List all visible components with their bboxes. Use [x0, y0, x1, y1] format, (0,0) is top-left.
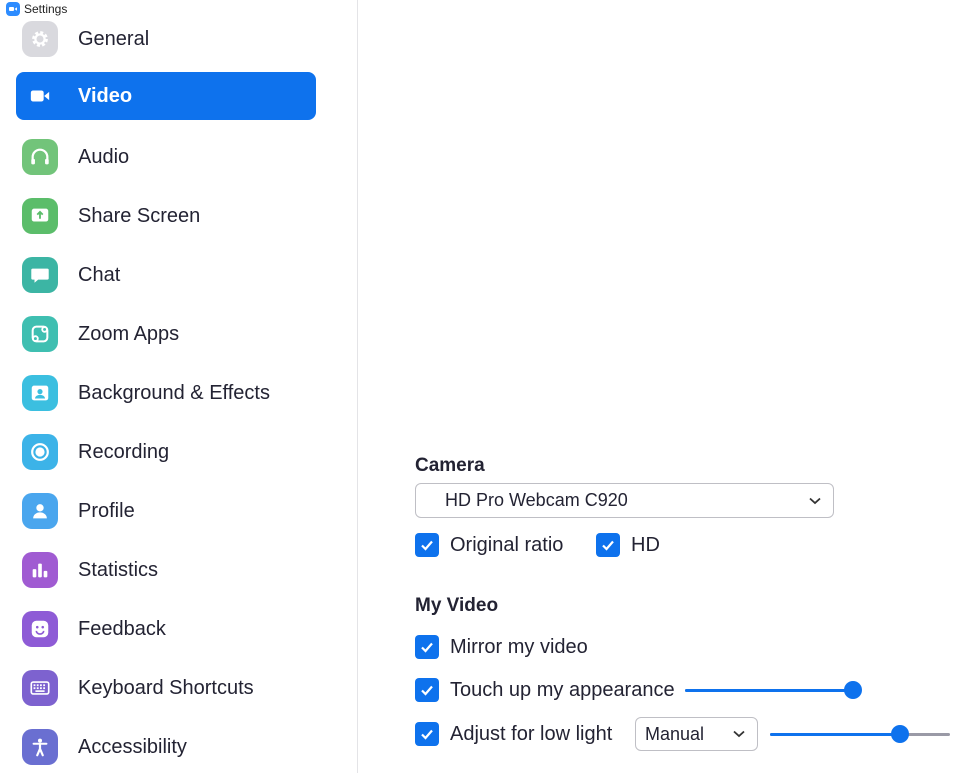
slider-thumb[interactable] — [844, 681, 862, 699]
my-video-section-title: My Video — [415, 595, 499, 616]
touch-up-option: Touch up my appearance — [415, 678, 675, 702]
sidebar-item-profile[interactable]: Profile — [16, 487, 316, 535]
low-light-checkbox[interactable] — [415, 722, 439, 746]
sidebar-item-label: Video — [78, 84, 133, 107]
touch-up-checkbox[interactable] — [415, 678, 439, 702]
share-screen-icon — [22, 198, 58, 234]
title-bar: Settings — [0, 0, 67, 18]
sidebar-item-label: Accessibility — [78, 735, 187, 758]
keyboard-icon — [22, 670, 58, 706]
sidebar-item-chat[interactable]: Chat — [16, 251, 316, 299]
settings-sidebar: General Video Audio Share Screen Chat Zo… — [0, 0, 358, 773]
sidebar-item-feedback[interactable]: Feedback — [16, 605, 316, 653]
sidebar-item-label: Keyboard Shortcuts — [78, 676, 254, 699]
checkmark-icon — [602, 540, 614, 551]
sidebar-item-label: General — [78, 27, 150, 50]
slider-fill — [685, 689, 853, 692]
sidebar-item-video[interactable]: Video — [16, 72, 316, 120]
low-light-label: Adjust for low light — [450, 722, 613, 745]
touch-up-slider[interactable] — [685, 680, 862, 700]
sidebar-item-share-screen[interactable]: Share Screen — [16, 192, 316, 240]
sidebar-item-background-effects[interactable]: Background & Effects — [16, 369, 316, 417]
touch-up-label: Touch up my appearance — [450, 678, 675, 701]
checkmark-icon — [421, 540, 433, 551]
video-settings-panel: Camera HD Pro Webcam C920 Original ratio… — [359, 0, 962, 773]
gear-icon — [22, 21, 58, 57]
hd-option: HD — [596, 533, 660, 557]
low-light-slider[interactable] — [770, 724, 950, 744]
mirror-video-checkbox[interactable] — [415, 635, 439, 659]
statistics-icon — [22, 552, 58, 588]
sidebar-item-label: Zoom Apps — [78, 322, 180, 345]
chevron-down-icon — [809, 497, 821, 504]
sidebar-item-audio[interactable]: Audio — [16, 133, 316, 181]
slider-thumb[interactable] — [890, 725, 909, 743]
apps-icon — [22, 316, 58, 352]
checkmark-icon — [421, 729, 433, 740]
profile-icon — [22, 493, 58, 529]
sidebar-item-label: Audio — [78, 145, 130, 168]
camera-select[interactable]: HD Pro Webcam C920 — [415, 483, 834, 518]
zoom-app-icon — [6, 2, 20, 16]
feedback-icon — [22, 611, 58, 647]
record-icon — [22, 434, 58, 470]
low-light-option: Adjust for low light — [415, 722, 612, 746]
headphones-icon — [22, 139, 58, 175]
sidebar-item-zoom-apps[interactable]: Zoom Apps — [16, 310, 316, 358]
window-title: Settings — [24, 2, 68, 16]
sidebar-item-label: Background & Effects — [78, 381, 270, 404]
mirror-video-option: Mirror my video — [415, 635, 588, 659]
chat-bubble-icon — [22, 257, 58, 293]
camera-section-title: Camera — [415, 455, 485, 476]
sidebar-item-general[interactable]: General — [16, 15, 316, 63]
sidebar-item-label: Statistics — [78, 558, 159, 581]
chevron-down-icon — [733, 730, 745, 738]
camera-select-value: HD Pro Webcam C920 — [445, 490, 628, 510]
sidebar-item-keyboard-shortcuts[interactable]: Keyboard Shortcuts — [16, 664, 316, 712]
checkmark-icon — [421, 685, 433, 696]
sidebar-item-label: Share Screen — [78, 204, 201, 227]
background-icon — [22, 375, 58, 411]
sidebar-item-recording[interactable]: Recording — [16, 428, 316, 476]
sidebar-item-label: Profile — [78, 499, 135, 522]
checkmark-icon — [421, 642, 433, 653]
sidebar-item-label: Chat — [78, 263, 121, 286]
hd-checkbox[interactable] — [596, 533, 620, 557]
original-ratio-checkbox[interactable] — [415, 533, 439, 557]
low-light-mode-select[interactable]: Manual — [635, 717, 758, 751]
sidebar-item-accessibility[interactable]: Accessibility — [16, 723, 316, 771]
accessibility-icon — [22, 729, 58, 765]
sidebar-item-label: Recording — [78, 440, 170, 463]
sidebar-item-statistics[interactable]: Statistics — [16, 546, 316, 594]
original-ratio-option: Original ratio — [415, 533, 563, 557]
video-camera-icon — [22, 78, 58, 114]
mirror-video-label: Mirror my video — [450, 635, 588, 658]
hd-label: HD — [631, 533, 660, 556]
sidebar-item-label: Feedback — [78, 617, 166, 640]
low-light-mode-value: Manual — [645, 723, 705, 744]
slider-fill — [770, 733, 900, 736]
original-ratio-label: Original ratio — [450, 533, 564, 556]
